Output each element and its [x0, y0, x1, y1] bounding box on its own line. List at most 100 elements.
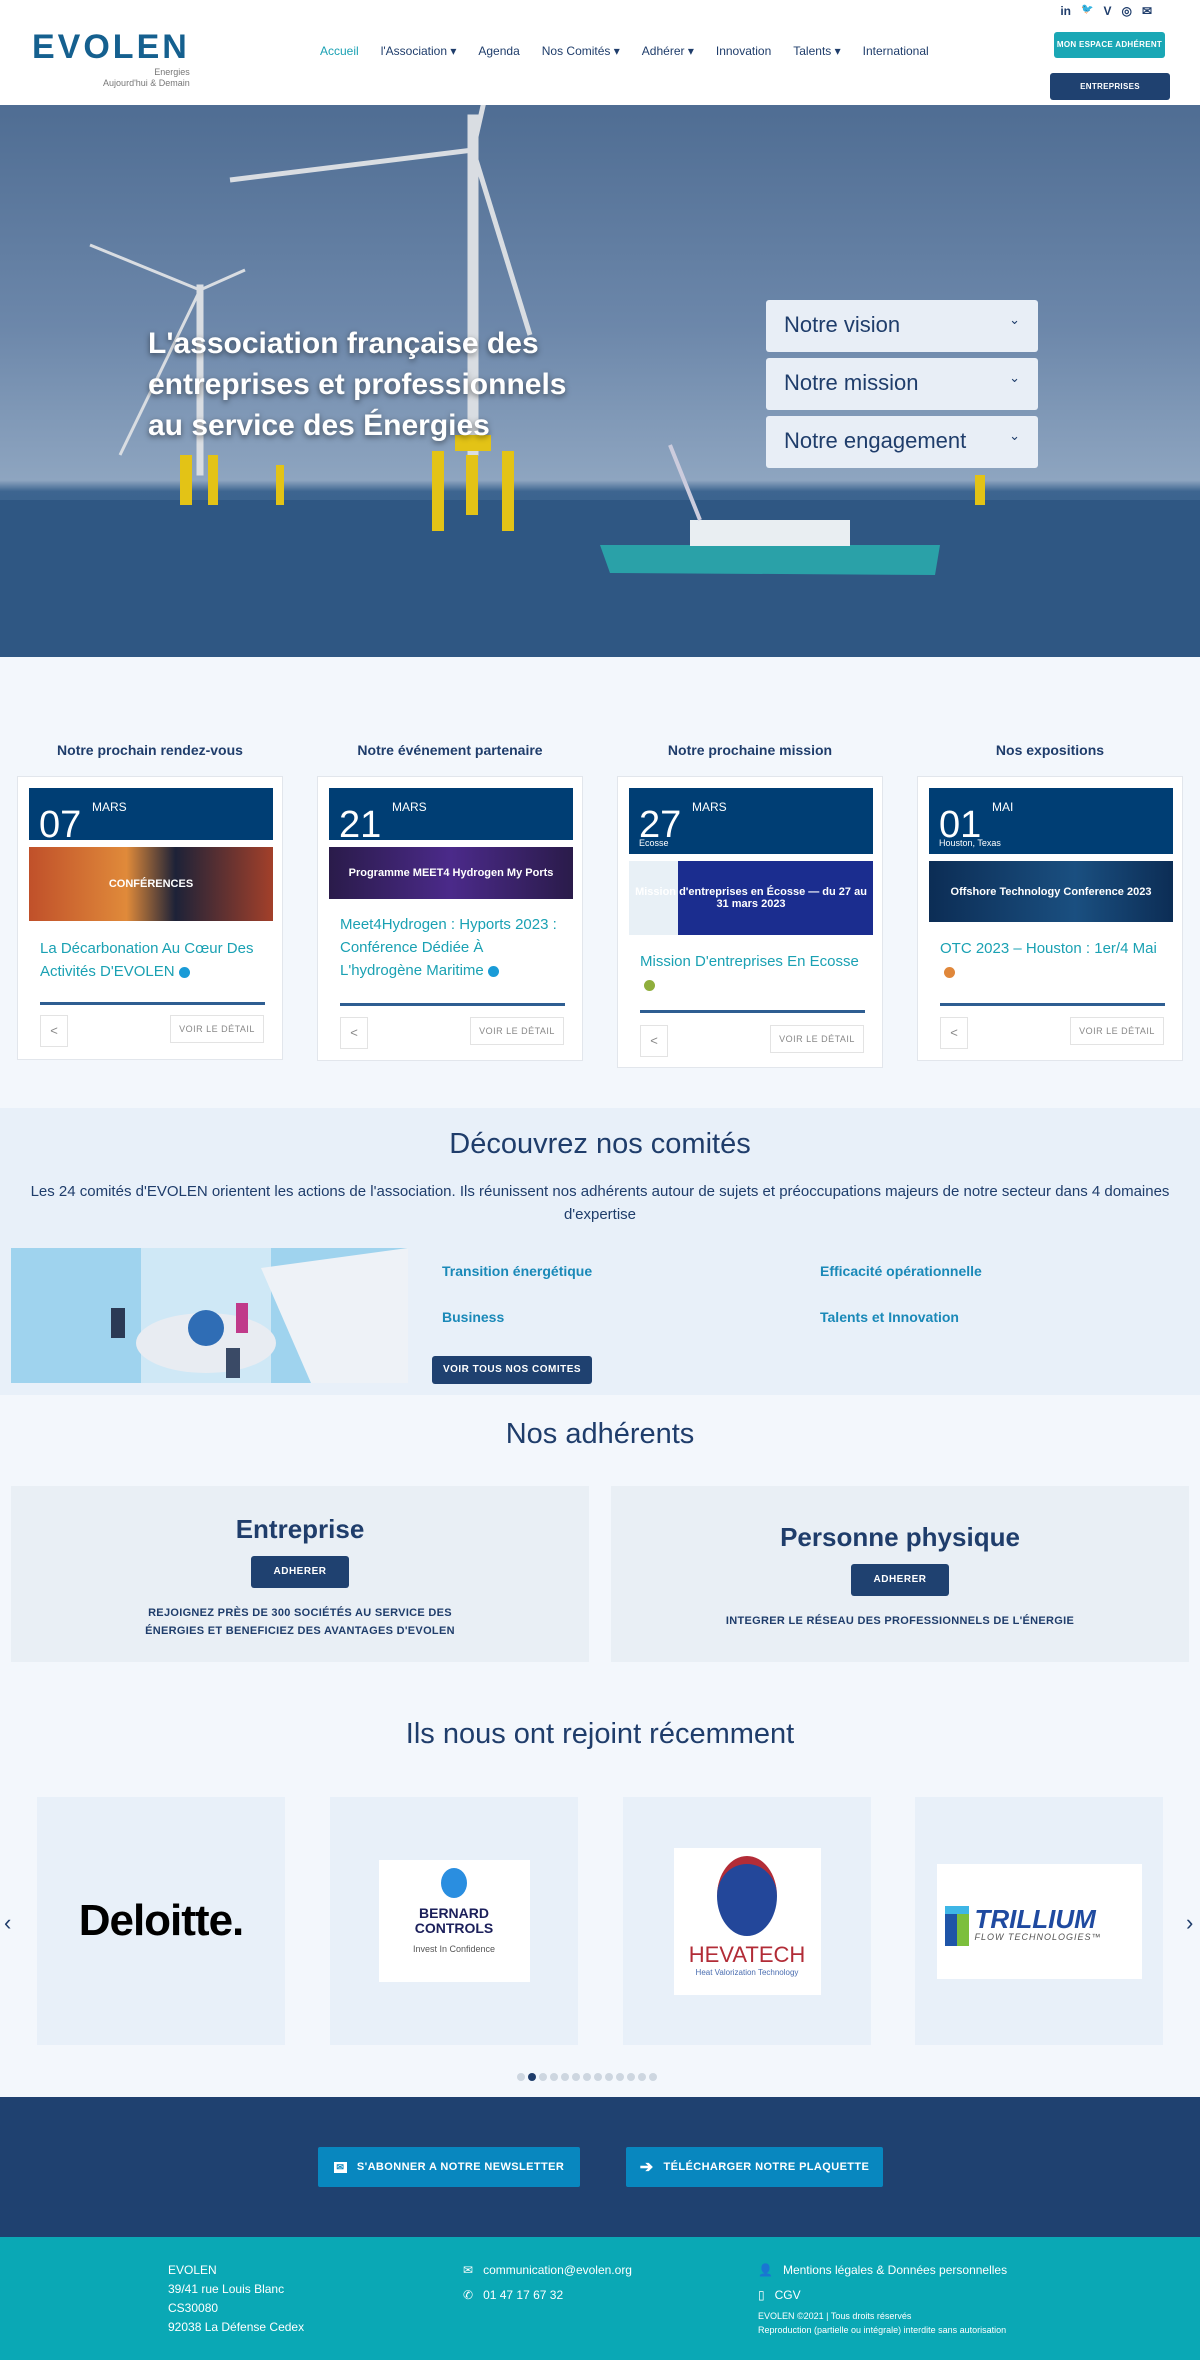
event-date: 01 MAI Houston, Texas: [929, 788, 1173, 854]
event-image[interactable]: Programme MEET4 Hydrogen My Ports: [329, 847, 573, 899]
footer-cgv-link[interactable]: ▯ CGV: [758, 2286, 1007, 2305]
divider: [340, 1003, 565, 1006]
comite-link-talents[interactable]: Talents et Innovation: [820, 1309, 959, 1325]
event-location: Houston, Texas: [939, 838, 1001, 848]
evolen-logo[interactable]: EVOLEN Energies Aujourd'hui & Demain: [32, 28, 190, 89]
accordion-mission[interactable]: Notre mission ⌄: [766, 358, 1038, 410]
event-month: MARS: [392, 800, 427, 814]
adherer-personne-button[interactable]: ADHERER: [851, 1564, 949, 1596]
adherent-card-text: INTEGRER LE RÉSEAU DES PROFESSIONNELS DE…: [725, 1615, 1075, 1627]
nav-talents[interactable]: Talents ▾: [793, 44, 840, 58]
carousel-next-arrow[interactable]: ›: [1186, 1910, 1193, 1936]
event-detail-button[interactable]: VOIR LE DÉTAIL: [770, 1025, 864, 1053]
nav-association[interactable]: l'Association ▾: [381, 44, 457, 58]
event-title-link[interactable]: Meet4Hydrogen : Hyports 2023 : Conférenc…: [340, 913, 565, 982]
member-space-button[interactable]: MON ESPACE ADHÉRENT: [1054, 32, 1165, 58]
nav-comites[interactable]: Nos Comités ▾: [542, 44, 620, 58]
brochure-download-button[interactable]: ➔ TÉLÉCHARGER NOTRE PLAQUETTE: [626, 2147, 883, 2187]
carousel-dot[interactable]: [616, 2073, 624, 2081]
footer-phone[interactable]: ✆ 01 47 17 67 32: [463, 2286, 632, 2305]
event-image[interactable]: CONFÉRENCES: [29, 847, 273, 921]
share-icon[interactable]: <: [940, 1017, 968, 1049]
event-image[interactable]: Offshore Technology Conference 2023: [929, 861, 1173, 922]
share-icon[interactable]: <: [40, 1015, 68, 1047]
comite-link-transition[interactable]: Transition énergétique: [442, 1263, 592, 1279]
member-logo-hevatech[interactable]: HEVATECH Heat Valorization Technology: [623, 1797, 871, 2045]
member-logo-deloitte[interactable]: Deloitte.: [37, 1797, 285, 2045]
carousel-dot[interactable]: [528, 2073, 536, 2081]
accordion-engagement[interactable]: Notre engagement ⌄: [766, 416, 1038, 468]
carousel-dot[interactable]: [517, 2073, 525, 2081]
carousel-dot[interactable]: [627, 2073, 635, 2081]
event-detail-button[interactable]: VOIR LE DÉTAIL: [1070, 1017, 1164, 1045]
adherent-card-entreprise: Entreprise ADHERER REJOIGNEZ PRÈS DE 300…: [11, 1486, 589, 1662]
carousel-dot[interactable]: [649, 2073, 657, 2081]
event-detail-button[interactable]: VOIR LE DÉTAIL: [470, 1017, 564, 1045]
chevron-down-icon: ⌄: [1009, 312, 1020, 327]
carousel-dot[interactable]: [539, 2073, 547, 2081]
nav-accueil[interactable]: Accueil: [320, 44, 359, 58]
recent-members-title: Ils nous ont rejoint récemment: [405, 1718, 795, 1750]
linkedin-icon[interactable]: in: [1060, 4, 1071, 18]
envelope-icon: ✉: [463, 2263, 474, 2277]
member-logo-bernard[interactable]: BERNARD CONTROLS Invest In Confidence: [330, 1797, 578, 2045]
category-dot: [944, 966, 955, 978]
footer-reproduction: Reproduction (partielle ou intégrale) in…: [758, 2325, 1007, 2335]
carousel-prev-arrow[interactable]: ‹: [4, 1910, 11, 1936]
event-section-heading: Notre prochaine mission: [667, 742, 833, 758]
member-logo-trillium[interactable]: TRILLIUM FLOW TECHNOLOGIES™: [915, 1797, 1163, 2045]
newsletter-button[interactable]: ✉ S'ABONNER A NOTRE NEWSLETTER: [318, 2147, 580, 2187]
event-month: MARS: [692, 800, 727, 814]
envelope-icon: ✉: [333, 2161, 347, 2173]
event-date: 21 MARS: [329, 788, 573, 846]
hero-banner: L'association française des entreprises …: [0, 105, 1200, 657]
carousel-dot[interactable]: [550, 2073, 558, 2081]
comite-link-business[interactable]: Business: [442, 1309, 504, 1325]
event-card: 27 MARS Ecosse Mission d'entreprises en …: [617, 776, 883, 1068]
logo-text: EVOLEN: [32, 28, 190, 66]
deloitte-logo: Deloitte.: [78, 1896, 245, 1945]
nav-international[interactable]: International: [863, 44, 929, 58]
email-icon[interactable]: ✉: [1142, 4, 1152, 18]
committee-illustration: [11, 1248, 408, 1383]
nav-adherer[interactable]: Adhérer ▾: [642, 44, 694, 58]
event-title-link[interactable]: Mission D'entreprises En Ecosse: [640, 950, 865, 996]
user-icon: 👤: [758, 2263, 773, 2277]
carousel-dot[interactable]: [572, 2073, 580, 2081]
carousel-dot[interactable]: [561, 2073, 569, 2081]
logo-tagline: Energies Aujourd'hui & Demain: [103, 67, 190, 88]
event-title-link[interactable]: La Décarbonation Au Cœur Des Activités D…: [40, 937, 265, 983]
twitter-icon[interactable]: 🐦: [1081, 4, 1093, 18]
adherer-entreprise-button[interactable]: ADHERER: [251, 1556, 349, 1588]
nav-agenda[interactable]: Agenda: [478, 44, 519, 58]
carousel-dot[interactable]: [583, 2073, 591, 2081]
carousel-dot[interactable]: [605, 2073, 613, 2081]
instagram-icon[interactable]: ◎: [1121, 4, 1131, 18]
event-card: 01 MAI Houston, Texas Offshore Technolog…: [917, 776, 1183, 1061]
adherent-card-text: REJOIGNEZ PRÈS DE 300 SOCIÉTÉS AU SERVIC…: [145, 1607, 455, 1637]
category-dot: [178, 966, 190, 978]
comite-link-efficacite[interactable]: Efficacité opérationnelle: [820, 1263, 982, 1279]
carousel-dot[interactable]: [594, 2073, 602, 2081]
event-title-link[interactable]: OTC 2023 – Houston : 1er/4 Mai: [940, 937, 1165, 983]
nav-innovation[interactable]: Innovation: [716, 44, 771, 58]
footer-legal-link[interactable]: 👤 Mentions légales & Données personnelles: [758, 2261, 1007, 2280]
share-icon[interactable]: <: [340, 1017, 368, 1049]
event-card: 21 MARS Programme MEET4 Hydrogen My Port…: [317, 776, 583, 1061]
event-detail-button[interactable]: VOIR LE DÉTAIL: [170, 1015, 264, 1043]
member-companies-button[interactable]: ENTREPRISES ADHÉRENTES: [1050, 73, 1170, 118]
all-comites-button[interactable]: VOIR TOUS NOS COMITES: [432, 1356, 592, 1384]
comites-section: Découvrez nos comités Les 24 comités d'E…: [0, 1108, 1200, 1395]
carousel-dot[interactable]: [638, 2073, 646, 2081]
vimeo-icon[interactable]: V: [1103, 4, 1111, 18]
trillium-logo: TRILLIUM FLOW TECHNOLOGIES™: [936, 1863, 1142, 1979]
accordion-vision[interactable]: Notre vision ⌄: [766, 300, 1038, 352]
footer-email[interactable]: ✉ communication@evolen.org: [463, 2261, 632, 2280]
event-section-heading: Notre événement partenaire: [357, 742, 543, 758]
cta-band: [0, 2097, 1200, 2237]
document-icon: ▯: [758, 2288, 765, 2302]
event-month: MAI: [992, 800, 1014, 814]
share-icon[interactable]: <: [640, 1025, 668, 1057]
event-image[interactable]: Mission d'entreprises en Écosse — du 27 …: [629, 861, 873, 935]
event-month: MARS: [92, 800, 127, 814]
